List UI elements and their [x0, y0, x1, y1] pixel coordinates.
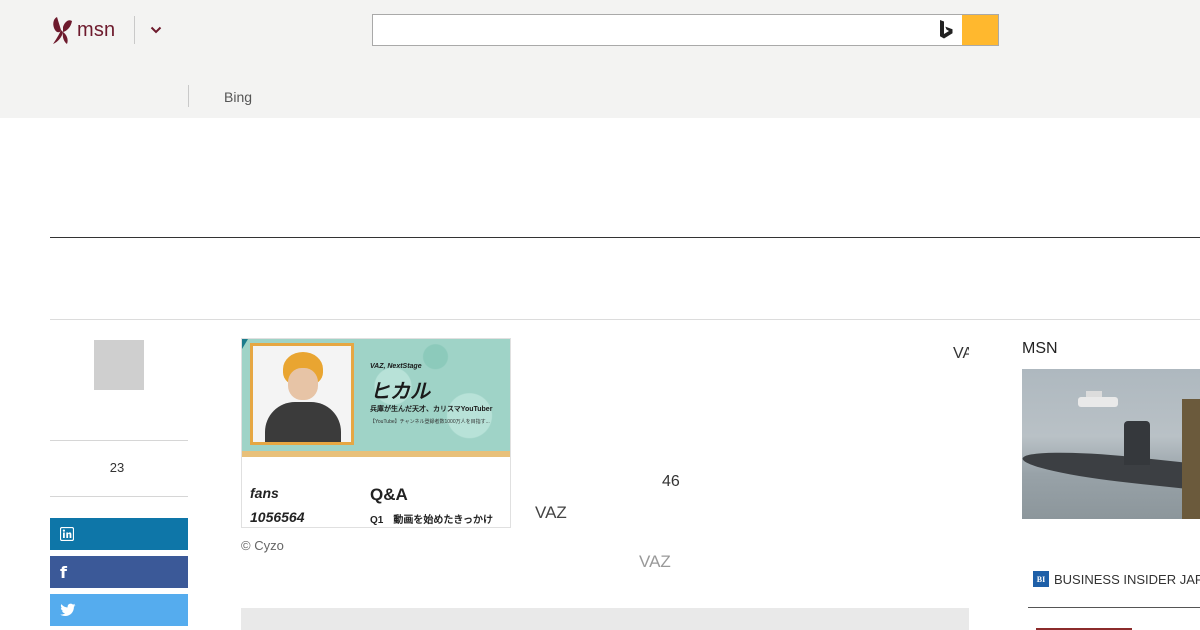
section-divider-light	[50, 319, 1200, 320]
card-source[interactable]: BI BUSINESS INSIDER JAPAN	[1033, 571, 1200, 587]
msn-logo[interactable]: msn	[51, 14, 115, 46]
image-tag: VAZ, NextStage	[370, 363, 422, 370]
share-linkedin-button[interactable]	[50, 518, 188, 550]
image-credit: © Cyzo	[241, 538, 284, 553]
photo-body	[265, 402, 341, 442]
patrol-boat	[1078, 397, 1118, 407]
submarine-tower	[1124, 421, 1150, 465]
qa-title: Q&A	[370, 485, 408, 504]
image-description: 【YouTube】チャンネル登録者数1000万人を目指す...	[370, 419, 490, 425]
right-rail-card-image[interactable]	[1022, 369, 1200, 519]
article-number: 46	[662, 473, 680, 490]
search-button[interactable]	[962, 15, 998, 45]
article-text-clipped: VAZ	[953, 345, 969, 362]
app-menu-button[interactable]	[146, 20, 166, 40]
image-name: ヒカル	[370, 381, 430, 403]
share-count: 23	[109, 460, 125, 475]
profile-photo	[250, 343, 354, 445]
article-caption: VAZ	[535, 503, 567, 522]
image-subtitle: 兵庫が生んだ天才、カリスマYouTuber	[370, 406, 493, 413]
pier	[1182, 399, 1200, 519]
source-name: BUSINESS INSIDER JAPAN	[1054, 571, 1200, 587]
image-band	[242, 451, 510, 457]
share-facebook-button[interactable]: f	[50, 556, 188, 588]
corner-mark	[242, 339, 248, 349]
article-hero-image[interactable]: VAZ, NextStage ヒカル 兵庫が生んだ天才、カリスマYouTuber…	[241, 338, 511, 528]
butterfly-icon	[53, 17, 72, 44]
card-divider	[1028, 607, 1200, 608]
business-insider-logo: BI	[1033, 571, 1049, 587]
logo-divider	[134, 16, 135, 44]
rail-divider	[50, 440, 188, 441]
linkedin-icon	[60, 527, 74, 541]
fans-label: fans	[250, 485, 279, 501]
search-box	[372, 14, 999, 46]
article-caption-gray: VAZ	[639, 552, 671, 571]
photo-face	[288, 368, 318, 400]
share-twitter-button[interactable]	[50, 594, 188, 626]
site-header: msn Bing	[0, 0, 1200, 118]
section-divider-dark	[50, 237, 1200, 238]
qa-question: Q1 動画を始めたきっかけは？	[370, 515, 493, 526]
bing-b-icon	[940, 20, 953, 39]
twitter-icon	[60, 603, 76, 616]
author-avatar-placeholder	[94, 340, 144, 390]
nav-link-bing[interactable]: Bing	[224, 89, 252, 105]
rail-divider	[50, 496, 188, 497]
facebook-icon: f	[60, 562, 67, 582]
search-input[interactable]	[373, 15, 933, 45]
embedded-content-placeholder	[241, 608, 969, 630]
chevron-down-icon	[150, 26, 162, 34]
submarine-hull	[1022, 445, 1200, 495]
right-rail-title: MSN	[1022, 340, 1058, 357]
fans-value: 1056564	[250, 509, 305, 525]
nav-divider	[188, 85, 189, 107]
logo-text: msn	[77, 18, 116, 41]
